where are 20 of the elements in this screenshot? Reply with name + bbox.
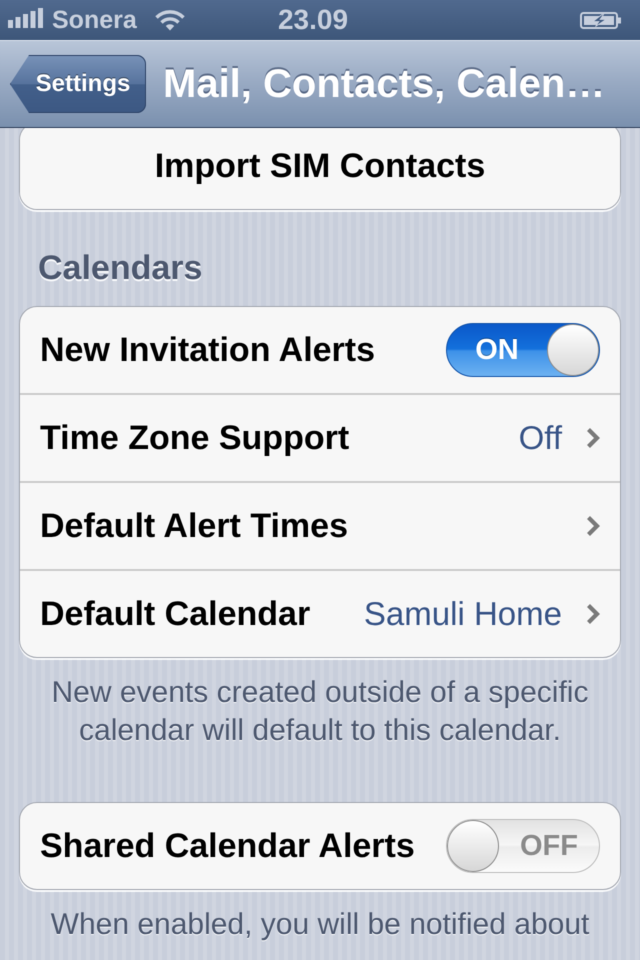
row-label: Shared Calendar Alerts bbox=[40, 826, 415, 866]
disclosure-row[interactable]: Time Zone Support Off bbox=[20, 393, 620, 481]
chevron-icon bbox=[586, 515, 600, 537]
section-footer: When enabled, you will be notified about bbox=[40, 906, 600, 944]
wifi-icon bbox=[154, 10, 185, 30]
action-button[interactable]: Import SIM Contacts bbox=[20, 128, 620, 209]
battery-charging-icon bbox=[580, 12, 622, 28]
chevron-icon bbox=[586, 603, 600, 625]
toggle-switch[interactable]: ON bbox=[446, 323, 600, 377]
disclosure-row[interactable]: Default Alert Times bbox=[20, 481, 620, 569]
nav-title: Mail, Contacts, Calen… bbox=[163, 62, 606, 106]
carrier-name: Sonera bbox=[52, 6, 137, 34]
signal-bars-icon bbox=[8, 8, 44, 28]
chevron-icon bbox=[586, 427, 600, 449]
disclosure-row[interactable]: Default Calendar Samuli Home bbox=[20, 569, 620, 657]
back-button[interactable]: Settings bbox=[10, 55, 146, 113]
status-time: 23.09 bbox=[278, 4, 348, 36]
section-footer: New events created outside of a specific calendar will default to this calendar. bbox=[40, 674, 600, 750]
row-label: New Invitation Alerts bbox=[40, 330, 376, 370]
section-header: Calendars bbox=[38, 248, 202, 288]
